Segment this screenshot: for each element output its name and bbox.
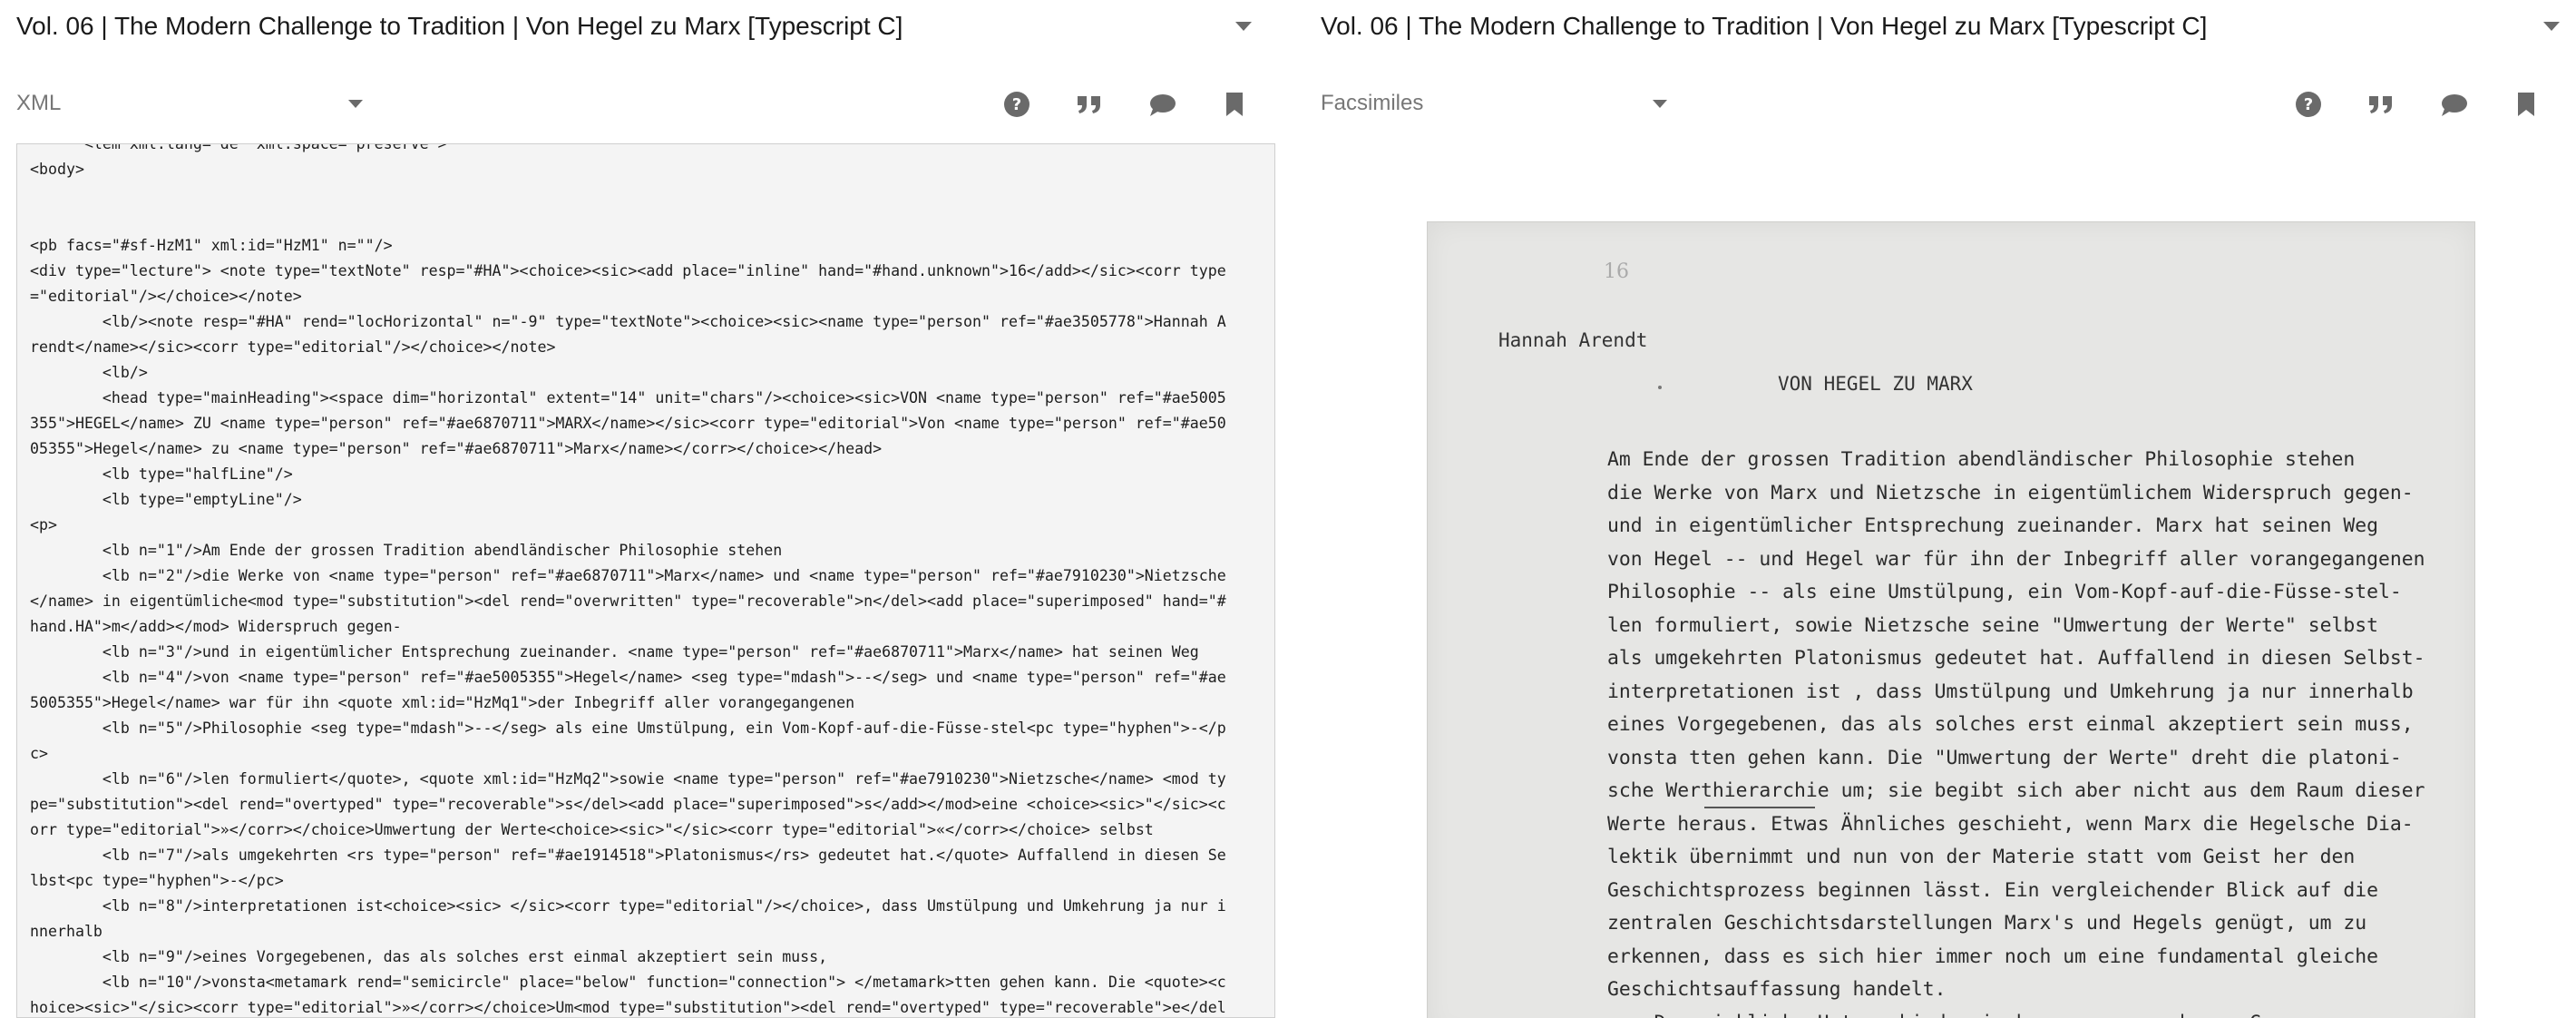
typescript-line: erkennen, dass es sich hier immer noch u…: [1607, 945, 2378, 968]
xml-line: <div type="lecture"> <note type="textNot…: [30, 262, 1226, 279]
typescript-body: Am Ende der grossen Tradition abendländi…: [1607, 444, 2425, 1018]
chevron-down-icon[interactable]: [348, 100, 363, 108]
pane-toolbar: XML ?: [0, 82, 1286, 127]
comment-icon[interactable]: [1148, 91, 1176, 118]
xml-line: rendt</name></sic><corr type="editorial"…: [30, 338, 556, 356]
xml-line: <lb type="emptyLine"/>: [30, 491, 302, 508]
facsimile-viewer[interactable]: 16 Hannah Arendt VON HEGEL ZU MARX Am En…: [1306, 143, 2576, 1018]
typescript-author: Hannah Arendt: [1498, 329, 1648, 351]
typescript-line: eines Vorgegebenen, das als solches erst…: [1607, 713, 2414, 736]
xml-line: [30, 182, 1274, 208]
page-number-mark: 16: [1604, 260, 1629, 283]
facsimile-pane: Vol. 06 | The Modern Challenge to Tradit…: [1306, 0, 2576, 1018]
typescript-line: und in eigentümlicher Entsprechung zuein…: [1607, 514, 2378, 537]
xml-line: lbst<pc type="hyphen">-</pc>: [30, 872, 284, 889]
volume-title-bar[interactable]: Vol. 06 | The Modern Challenge to Tradit…: [1306, 0, 2576, 53]
xml-line: <lb n="9"/>eines Vorgegebenen, das als s…: [30, 948, 828, 965]
xml-line: <lb n="4"/>von <name type="person" ref="…: [30, 669, 1226, 686]
quote-icon[interactable]: [1076, 91, 1103, 118]
xml-line: 05355">Hegel</name> zu <name type="perso…: [30, 440, 883, 457]
xml-pane: Vol. 06 | The Modern Challenge to Tradit…: [0, 0, 1286, 1018]
xml-line: <lb type="halfLine"/>: [30, 465, 293, 483]
xml-line: orr type="editorial">»</corr></choice>Um…: [30, 821, 1154, 838]
xml-line: <lb n="8"/>interpretationen ist<choice><…: [30, 897, 1226, 915]
volume-title-bar[interactable]: Vol. 06 | The Modern Challenge to Tradit…: [0, 0, 1286, 53]
xml-line: 355">HEGEL</name> ZU <name type="person"…: [30, 415, 1226, 432]
bookmark-icon[interactable]: [2513, 91, 2540, 118]
typescript-line: lektik übernimmt und nun von der Materie…: [1607, 846, 2356, 868]
xml-line: <pb facs="#sf-HzM1" xml:id="HzM1" n=""/>: [30, 237, 393, 254]
typescript-line: die Werke von Marx und Nietzsche in eige…: [1607, 481, 2414, 504]
xml-line: <lb n="2"/>die Werke von <name type="per…: [30, 567, 1226, 584]
xml-line: nnerhalb: [30, 923, 102, 940]
xml-line: ="editorial"/></choice></note>: [30, 288, 302, 305]
xml-line: <lb n="10"/>vonsta<metamark rend="semici…: [30, 974, 1226, 991]
xml-line: <lb n="5"/>Philosophie <seg type="mdash"…: [30, 719, 1226, 737]
typescript-line: len formuliert, sowie Nietzsche seine "U…: [1607, 613, 2378, 637]
typescript-line: sche Werthierarchie um; sie begibt sich …: [1607, 779, 2425, 802]
handwritten-underline: [1704, 807, 1815, 808]
volume-title[interactable]: Vol. 06 | The Modern Challenge to Tradit…: [1306, 12, 2207, 41]
typescript-line: Am Ende der grossen Tradition abendländi…: [1607, 448, 2356, 471]
typescript-line: Der wirkliche Unterschied zwischen ausge…: [1607, 1007, 2425, 1018]
xml-line: <lb n="6"/>len formuliert</quote>, <quot…: [30, 770, 1226, 788]
xml-line: pe="substitution"><del rend="overtyped" …: [30, 796, 1226, 813]
typescript-line: zentralen Geschichtsdarstellungen Marx's…: [1607, 912, 2367, 935]
xml-code-block: <lem xml:lang="de" xml:space="preserve">…: [17, 143, 1274, 1017]
typescript-line: vonsta tten gehen kann. Die "Umwertung d…: [1607, 746, 2402, 769]
chevron-down-icon[interactable]: [1235, 22, 1252, 31]
xml-line: hand.HA">m</add></mod> Widerspruch gegen…: [30, 618, 402, 635]
svg-text:?: ?: [1012, 95, 1021, 114]
xml-line: <lb/><note resp="#HA" rend="locHorizonta…: [30, 313, 1226, 330]
chevron-down-icon[interactable]: [2543, 22, 2560, 31]
help-circle-icon[interactable]: ?: [2295, 91, 2322, 118]
ink-speck: [1658, 386, 1662, 389]
typescript-line: als umgekehrten Platonismus gedeutet hat…: [1607, 647, 2425, 670]
svg-text:?: ?: [2304, 95, 2313, 114]
xml-line: c>: [30, 745, 48, 762]
xml-line: </name> in eigentümliche<mod type="subst…: [30, 592, 1226, 610]
xml-line: [30, 208, 1274, 233]
comment-icon[interactable]: [2440, 91, 2467, 118]
facsimile-page-image[interactable]: 16 Hannah Arendt VON HEGEL ZU MARX Am En…: [1427, 221, 2475, 1018]
view-selector[interactable]: XML: [16, 91, 61, 116]
view-selector[interactable]: Facsimiles: [1321, 91, 1423, 116]
chevron-down-icon[interactable]: [1653, 100, 1667, 108]
quote-icon[interactable]: [2367, 91, 2395, 118]
xml-line: <lb n="3"/>und in eigentümlicher Entspre…: [30, 643, 1199, 661]
typescript-line: Geschichtsauffassung handelt.: [1607, 978, 1947, 1001]
volume-title[interactable]: Vol. 06 | The Modern Challenge to Tradit…: [0, 12, 903, 41]
xml-line: <p>: [30, 516, 57, 533]
typescript-heading: VON HEGEL ZU MARX: [1778, 373, 1973, 395]
typescript-line: interpretationen ist , dass Umstülpung u…: [1607, 680, 2414, 703]
help-circle-icon[interactable]: ?: [1003, 91, 1030, 118]
typescript-line: Philosophie -- als eine Umstülpung, ein …: [1607, 581, 2402, 603]
typescript-line: Geschichtsprozess beginnen lässt. Ein ve…: [1607, 878, 2378, 902]
xml-line: <lb n="7"/>als umgekehrten <rs type="per…: [30, 847, 1226, 864]
xml-line: <body>: [30, 161, 84, 178]
xml-line: hoice><sic>"</sic><corr type="editorial"…: [30, 999, 1226, 1016]
typescript-line: Werte heraus. Etwas Ähnliches geschieht,…: [1607, 812, 2414, 836]
xml-line: <lem xml:lang="de" xml:space="preserve">: [30, 143, 447, 152]
xml-line: 5005355">Hegel</name> war für ihn <quote…: [30, 694, 855, 711]
bookmark-icon[interactable]: [1221, 91, 1248, 118]
typescript-line: von Hegel -- und Hegel war für ihn der I…: [1607, 547, 2425, 571]
xml-source-view[interactable]: <lem xml:lang="de" xml:space="preserve">…: [16, 143, 1275, 1018]
pane-toolbar: Facsimiles ?: [1306, 82, 2576, 127]
xml-line: <lb/>: [30, 364, 148, 381]
xml-line: <head type="mainHeading"><space dim="hor…: [30, 389, 1226, 406]
xml-line: <lb n="1"/>Am Ende der grossen Tradition…: [30, 542, 783, 559]
